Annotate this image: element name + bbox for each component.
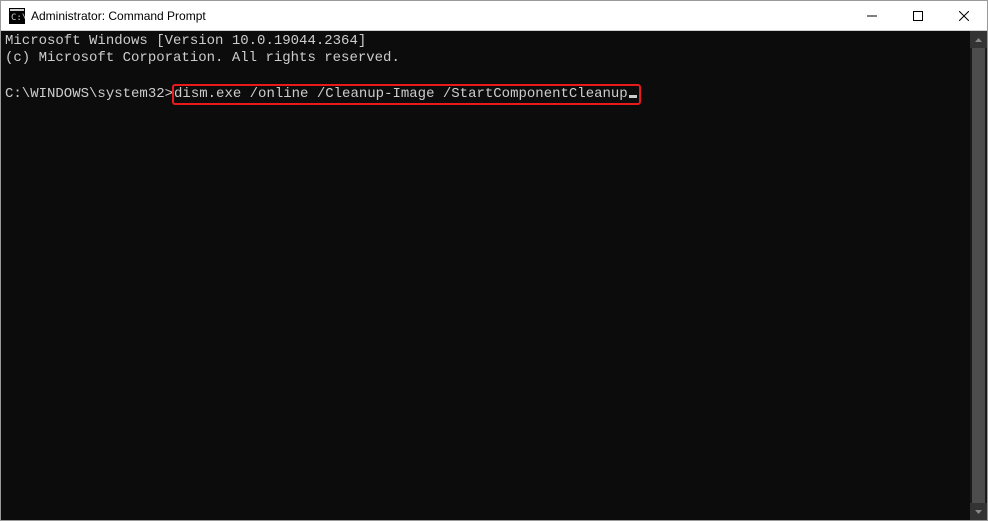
window-controls (849, 1, 987, 30)
chevron-down-icon (975, 510, 982, 514)
maximize-button[interactable] (895, 1, 941, 30)
scroll-up-button[interactable] (970, 31, 987, 48)
minimize-button[interactable] (849, 1, 895, 30)
svg-text:C:\: C:\ (11, 13, 25, 23)
window-title: Administrator: Command Prompt (31, 9, 849, 23)
close-icon (959, 11, 969, 21)
scroll-down-button[interactable] (970, 503, 987, 520)
scroll-track[interactable] (970, 48, 987, 503)
copyright-line: (c) Microsoft Corporation. All rights re… (5, 50, 400, 66)
close-button[interactable] (941, 1, 987, 30)
minimize-icon (867, 11, 877, 21)
vertical-scrollbar[interactable] (970, 31, 987, 520)
command-highlight: dism.exe /online /Cleanup-Image /StartCo… (172, 84, 641, 105)
titlebar: C:\ Administrator: Command Prompt (1, 1, 987, 31)
terminal-wrapper: Microsoft Windows [Version 10.0.19044.23… (1, 31, 987, 520)
prompt-text: C:\WINDOWS\system32> (5, 86, 173, 102)
cmd-icon: C:\ (9, 8, 25, 24)
version-line: Microsoft Windows [Version 10.0.19044.23… (5, 33, 366, 49)
terminal-area[interactable]: Microsoft Windows [Version 10.0.19044.23… (1, 31, 970, 520)
text-cursor (629, 95, 637, 98)
scroll-thumb[interactable] (972, 48, 985, 503)
maximize-icon (913, 11, 923, 21)
command-text: dism.exe /online /Cleanup-Image /StartCo… (174, 86, 628, 102)
chevron-up-icon (975, 38, 982, 42)
